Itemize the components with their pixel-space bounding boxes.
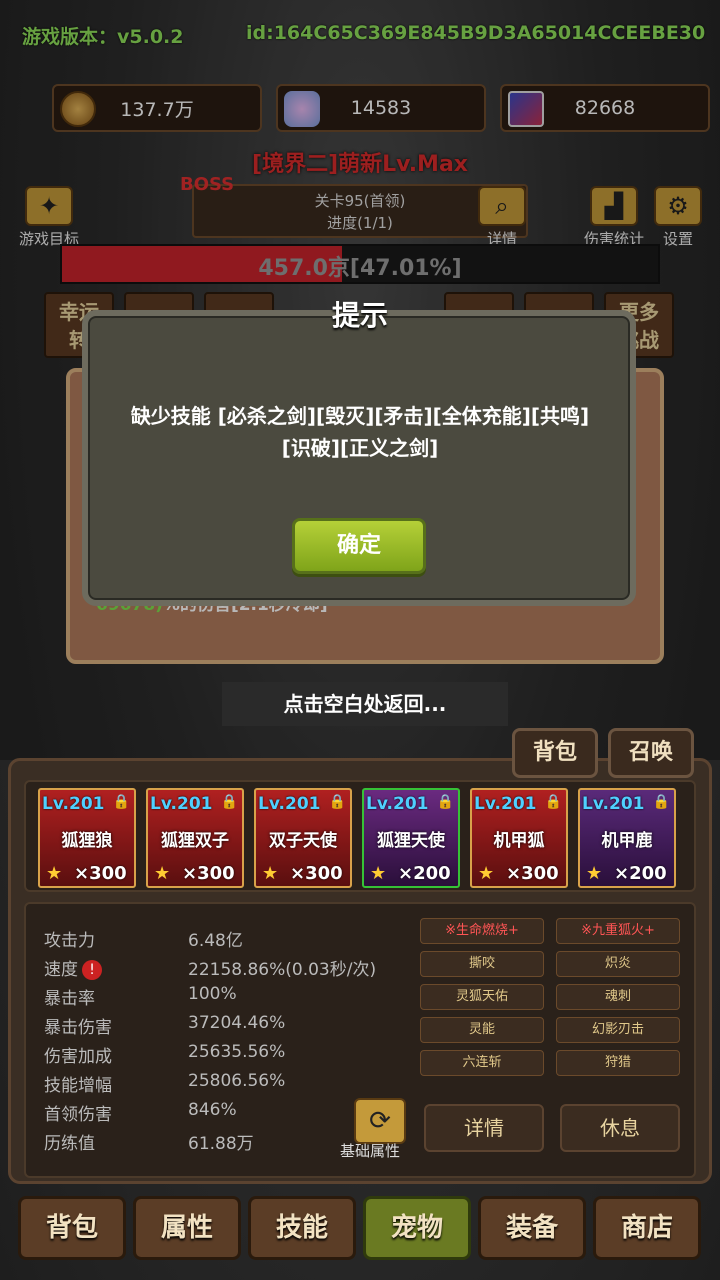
pet-level: Lv.201 (366, 794, 429, 814)
nav-pets[interactable]: 宠物 (363, 1196, 471, 1260)
bag-button[interactable]: 背包 (512, 728, 598, 778)
star-icon: ★ (478, 863, 495, 884)
lock-icon: 🔒 (112, 794, 130, 810)
pet-count: ×200 (614, 863, 667, 884)
lock-icon: 🔒 (652, 794, 670, 810)
star-icon: ★ (370, 863, 387, 884)
nav-shop[interactable]: 商店 (593, 1196, 701, 1260)
summon-button[interactable]: 召唤 (608, 728, 694, 778)
skill-tag[interactable]: 狩猎 (556, 1050, 680, 1076)
skill-tag[interactable]: ※九重狐火+ (556, 918, 680, 944)
skill-tag[interactable]: 撕咬 (420, 951, 544, 977)
pet-card-selected[interactable]: Lv.201 🔒 狐狸天使 ★ ×200 (362, 788, 460, 888)
skill-tag[interactable]: 六连斩 (420, 1050, 544, 1076)
pet-card[interactable]: Lv.201 🔒 狐狸狼 ★ ×300 (38, 788, 136, 888)
dialog-message-line1: 缺少技能 [必杀之剑][毁灭][矛击][全体充能][共鸣] (130, 404, 590, 428)
stat-label: 技能增幅 (44, 1076, 112, 1096)
stat-label: 暴击伤害 (44, 1018, 112, 1038)
pet-level: Lv.201 (582, 794, 645, 814)
return-hint[interactable]: 点击空白处返回... (222, 682, 508, 726)
pet-card[interactable]: Lv.201 🔒 双子天使 ★ ×300 (254, 788, 352, 888)
lock-icon: 🔒 (436, 794, 454, 810)
stat-label: 历练值 (44, 1134, 95, 1154)
stat-value: 100% (188, 984, 237, 1004)
lock-icon: 🔒 (544, 794, 562, 810)
pet-name: 狐狸狼 (61, 831, 113, 851)
skill-tag[interactable]: 灵狐天佑 (420, 984, 544, 1010)
stat-value: 25806.56% (188, 1071, 286, 1091)
stat-label: 首领伤害 (44, 1105, 112, 1125)
nav-equipment[interactable]: 装备 (478, 1196, 586, 1260)
warning-icon[interactable]: ! (82, 960, 102, 980)
star-icon: ★ (46, 863, 63, 884)
star-icon: ★ (586, 863, 603, 884)
nav-skills[interactable]: 技能 (248, 1196, 356, 1260)
pet-card[interactable]: Lv.201 🔒 狐狸双子 ★ ×300 (146, 788, 244, 888)
stat-label: 速度 (44, 960, 78, 980)
star-icon: ★ (262, 863, 279, 884)
pet-card[interactable]: Lv.201 🔒 机甲狐 ★ ×300 (470, 788, 568, 888)
rest-button[interactable]: 休息 (560, 1104, 680, 1152)
stat-value: 61.88万 (188, 1134, 254, 1154)
base-attr-label: 基础属性 (340, 1142, 401, 1160)
pet-count: ×300 (290, 863, 343, 884)
pet-detail-button[interactable]: 详情 (424, 1104, 544, 1152)
stat-label: 伤害加成 (44, 1047, 112, 1067)
nav-attributes[interactable]: 属性 (133, 1196, 241, 1260)
pet-name: 双子天使 (269, 831, 337, 851)
dialog-message-line2: [识破][正义之剑] (281, 436, 439, 460)
pet-count: ×300 (74, 863, 127, 884)
pet-count: ×300 (506, 863, 559, 884)
skill-tag[interactable]: 炽炎 (556, 951, 680, 977)
pet-card[interactable]: Lv.201 🔒 机甲鹿 ★ ×200 (578, 788, 676, 888)
dialog-message: 缺少技能 [必杀之剑][毁灭][矛击][全体充能][共鸣] [识破][正义之剑] (96, 400, 624, 464)
pet-level: Lv.201 (474, 794, 537, 814)
star-icon: ★ (154, 863, 171, 884)
pet-name: 机甲鹿 (601, 831, 653, 851)
stat-label: 攻击力 (44, 931, 95, 951)
stat-value: 37204.46% (188, 1013, 286, 1033)
stat-value: 25635.56% (188, 1042, 286, 1062)
ok-button[interactable]: 确定 (292, 518, 426, 574)
lock-icon: 🔒 (220, 794, 238, 810)
pet-count: ×200 (398, 863, 451, 884)
lock-icon: 🔒 (328, 794, 346, 810)
stat-value: 846% (188, 1100, 237, 1120)
pet-level: Lv.201 (42, 794, 105, 814)
pet-level: Lv.201 (258, 794, 321, 814)
pet-level: Lv.201 (150, 794, 213, 814)
stat-label: 暴击率 (44, 989, 95, 1009)
skill-tag[interactable]: 灵能 (420, 1017, 544, 1043)
stat-value: 6.48亿 (188, 931, 243, 951)
dialog-title: 提示 (331, 299, 388, 332)
pet-name: 狐狸双子 (161, 831, 229, 851)
refresh-icon[interactable]: ⟳ (354, 1098, 406, 1144)
skill-tag[interactable]: 幻影刃击 (556, 1017, 680, 1043)
pet-count: ×300 (182, 863, 235, 884)
pet-name: 狐狸天使 (377, 831, 445, 851)
pet-name: 机甲狐 (493, 831, 545, 851)
skill-tag[interactable]: 魂刺 (556, 984, 680, 1010)
nav-bag[interactable]: 背包 (18, 1196, 126, 1260)
skill-tag[interactable]: ※生命燃烧+ (420, 918, 544, 944)
stat-value: 22158.86%(0.03秒/次) (188, 960, 377, 980)
stat-label-speed: 速度! (44, 955, 102, 980)
